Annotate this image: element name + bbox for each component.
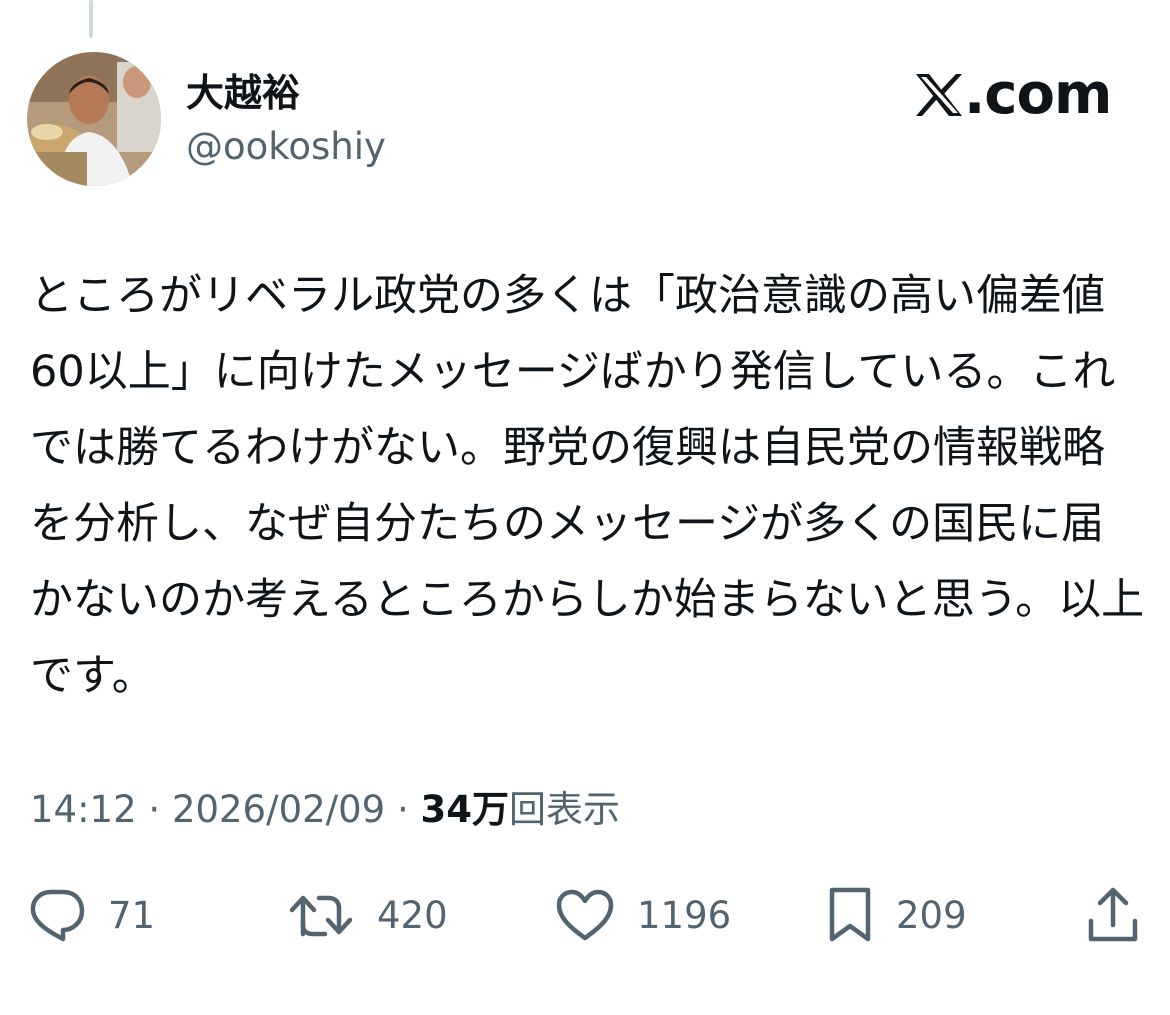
author-display-name[interactable]: 大越裕 (186, 70, 300, 116)
reply-icon (30, 889, 85, 942)
bookmark-count: 209 (896, 893, 967, 937)
retweet-button[interactable]: 420 (289, 880, 448, 950)
tweet-metadata: 14:12 · 2026/02/09 · 34万回表示 (30, 786, 620, 834)
thread-connector-line (89, 0, 93, 38)
reply-button[interactable]: 71 (28, 880, 155, 950)
retweet-count: 420 (377, 893, 448, 937)
retweet-icon (289, 895, 353, 937)
bookmark-icon (829, 887, 871, 942)
tweet-time[interactable]: 14:12 (30, 788, 137, 831)
share-button[interactable] (1086, 880, 1140, 950)
views-count: 34万 (420, 788, 510, 831)
reply-count: 71 (108, 893, 156, 937)
tweet-text: ところがリベラル政党の多くは「政治意識の高い偏差値60以上」に向けたメッセージば… (30, 271, 1145, 701)
bookmark-button[interactable]: 209 (826, 880, 967, 950)
avatar[interactable] (27, 52, 161, 186)
meta-separator: · (148, 788, 161, 831)
views-label: 回表示 (509, 788, 620, 831)
site-logo-text: .com (964, 62, 1112, 127)
share-icon (1088, 887, 1138, 942)
author-handle[interactable]: @ookoshiy (186, 124, 386, 170)
heart-icon (556, 889, 614, 941)
site-logo: .com (914, 62, 1112, 128)
like-count: 1196 (637, 893, 732, 937)
avatar-photo (27, 52, 161, 186)
tweet-date[interactable]: 2026/02/09 (172, 788, 385, 831)
x-logo-icon (916, 74, 962, 116)
meta-separator: · (396, 788, 409, 831)
like-button[interactable]: 1196 (555, 880, 731, 950)
action-bar: 71 420 1196 209 (0, 880, 1170, 950)
